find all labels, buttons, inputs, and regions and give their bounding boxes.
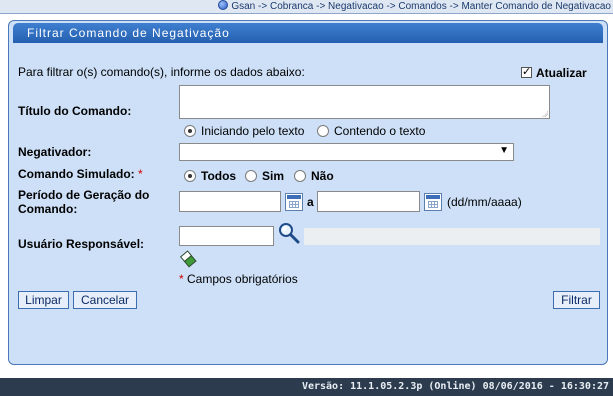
atualizar-checkbox[interactable]: Atualizar xyxy=(521,65,587,80)
chevron-down-icon[interactable]: ▼ xyxy=(499,145,509,156)
filter-panel: Filtrar Comando de Negativação Para filt… xyxy=(8,20,608,365)
radio-nao[interactable]: Não xyxy=(294,169,334,183)
calendar-icon[interactable] xyxy=(424,193,442,211)
panel-title: Filtrar Comando de Negativação xyxy=(13,23,603,43)
usuario-label: Usuário Responsável: xyxy=(18,237,145,251)
radio-sim-label: Sim xyxy=(262,169,285,183)
version-footer: Versão: 11.1.05.2.3p (Online) 08/06/2016… xyxy=(0,378,613,396)
atualizar-label: Atualizar xyxy=(536,66,587,80)
radio-nao-label: Não xyxy=(311,169,334,183)
radio-checked-icon xyxy=(184,170,196,182)
cancelar-button[interactable]: Cancelar xyxy=(73,291,137,309)
radio-contendo-label: Contendo o texto xyxy=(334,124,426,138)
required-note: * Campos obrigatórios xyxy=(179,272,298,286)
limpar-button[interactable]: Limpar xyxy=(18,291,69,309)
required-note-text: Campos obrigatórios xyxy=(187,272,298,286)
radio-checked-icon xyxy=(184,125,196,137)
negativador-select[interactable]: ▼ xyxy=(179,143,514,161)
usuario-name-display xyxy=(304,228,600,245)
required-mark: * xyxy=(179,272,184,286)
titulo-textarea[interactable] xyxy=(179,85,550,119)
periodo-separator: a xyxy=(307,195,314,209)
checkbox-checked-icon xyxy=(521,65,532,78)
radio-todos-label: Todos xyxy=(201,169,237,183)
calendar-icon[interactable] xyxy=(285,193,303,211)
filtrar-button[interactable]: Filtrar xyxy=(553,291,600,309)
globe-icon xyxy=(218,0,229,10)
periodo-label-line2: Comando: xyxy=(18,202,78,216)
radio-unchecked-icon xyxy=(317,125,329,137)
periodo-inicio-input[interactable] xyxy=(179,191,281,212)
titulo-label: Título do Comando: xyxy=(18,104,132,118)
periodo-format: (dd/mm/aaaa) xyxy=(447,195,522,209)
breadcrumb: Gsan -> Cobranca -> Negativacao -> Coman… xyxy=(0,0,613,14)
radio-contendo[interactable]: Contendo o texto xyxy=(317,124,425,138)
radio-unchecked-icon xyxy=(294,170,306,182)
usuario-code-input[interactable] xyxy=(179,226,274,246)
periodo-fim-input[interactable] xyxy=(317,191,420,212)
radio-iniciando[interactable]: Iniciando pelo texto xyxy=(184,124,304,138)
instructions-text: Para filtrar o(s) comando(s), informe os… xyxy=(18,65,305,79)
radio-sim[interactable]: Sim xyxy=(245,169,284,183)
negativador-label: Negativador: xyxy=(18,145,92,159)
simulado-label: Comando Simulado: * xyxy=(18,167,143,181)
simulado-label-text: Comando Simulado: xyxy=(18,167,135,181)
periodo-label-line1: Período de Geração do xyxy=(18,188,150,202)
magnifier-icon[interactable] xyxy=(278,222,300,244)
periodo-label: Período de Geração do Comando: xyxy=(18,188,149,216)
radio-todos[interactable]: Todos xyxy=(184,169,236,183)
resize-handle-icon[interactable] xyxy=(542,111,548,117)
breadcrumb-text: Gsan -> Cobranca -> Negativacao -> Coman… xyxy=(231,1,611,12)
radio-unchecked-icon xyxy=(245,170,257,182)
radio-iniciando-label: Iniciando pelo texto xyxy=(201,124,305,138)
eraser-icon[interactable] xyxy=(179,249,199,269)
required-mark: * xyxy=(138,167,143,181)
